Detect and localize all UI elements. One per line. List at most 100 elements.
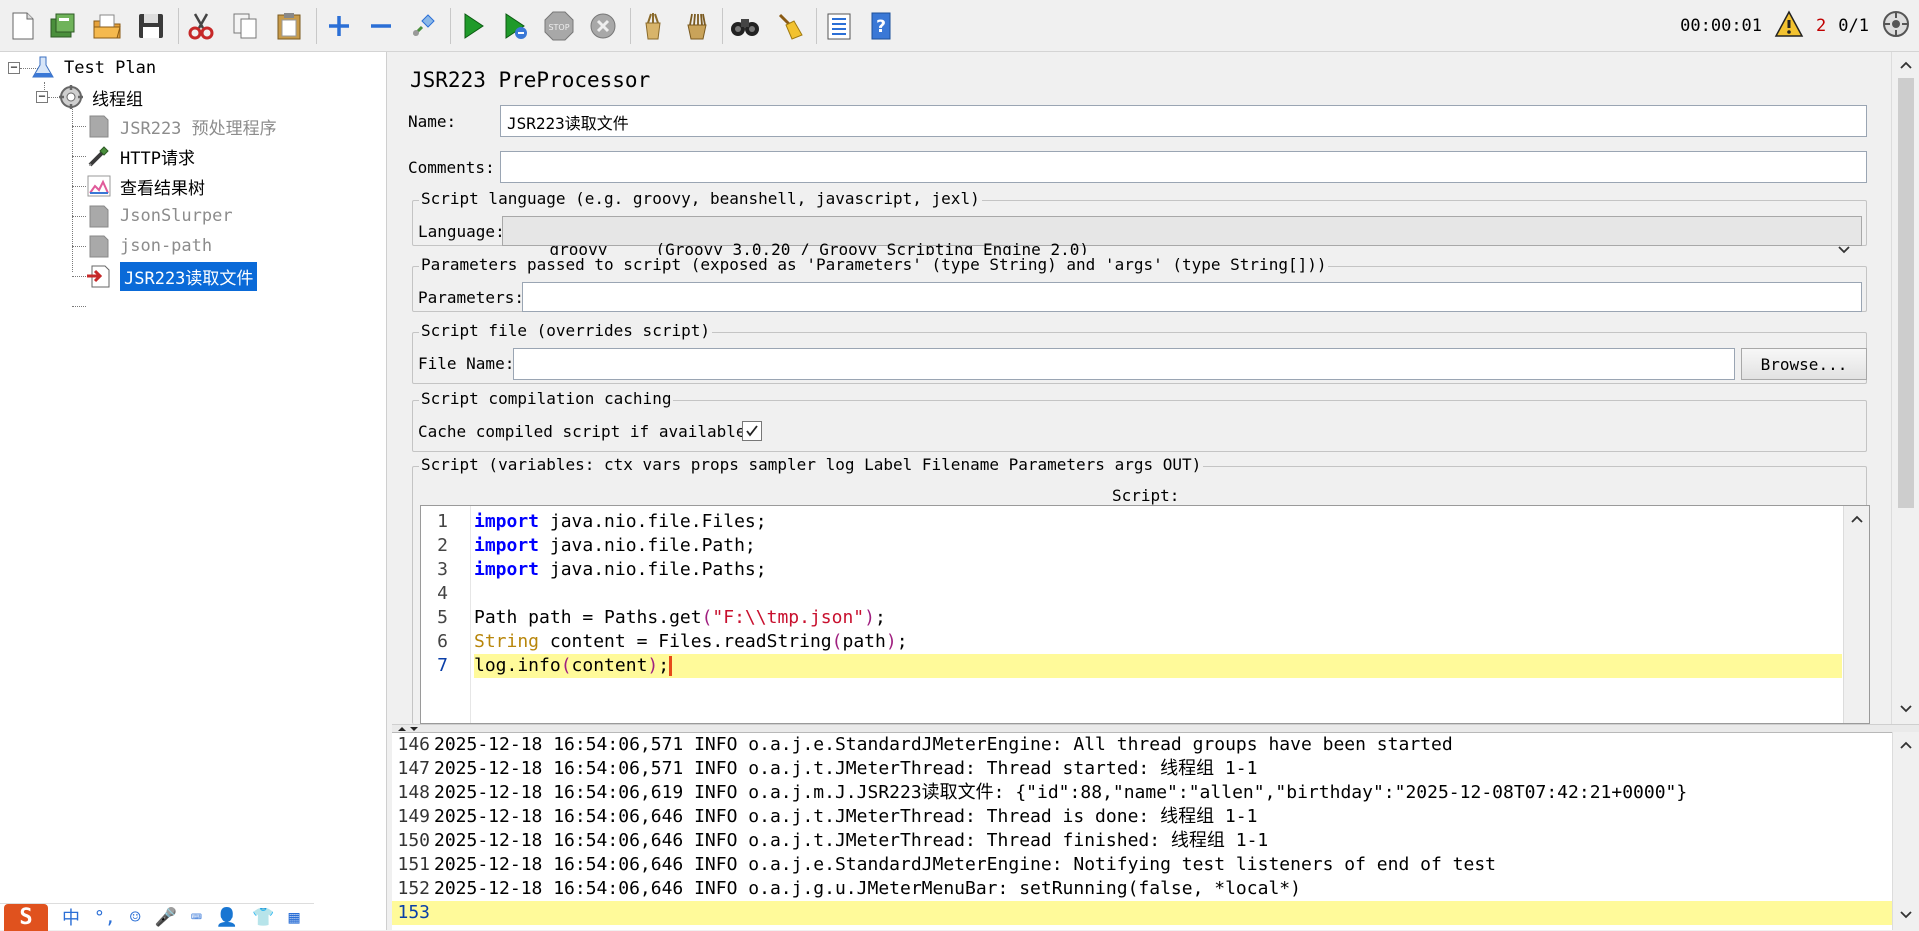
ime-emoji-icon[interactable]: ☺: [130, 907, 141, 928]
tree-item-thread-group[interactable]: 线程组: [58, 83, 143, 111]
log-line: 150 2025-12-18 16:54:06,646 INFO o.a.j.t.…: [397, 830, 1269, 851]
code-line-current: log.info(content);: [474, 654, 1842, 678]
tree-item-label: HTTP请求: [120, 148, 195, 169]
thread-count: 0/1: [1838, 16, 1869, 36]
ime-punctuation-icon[interactable]: °,: [94, 907, 116, 928]
tree-item-label: JsonSlurper: [120, 206, 233, 226]
scroll-up-icon[interactable]: [1899, 60, 1913, 70]
ime-toolbar: S 中 °, ☺ 🎤 ⌨ 👤 👕 ▦: [0, 903, 314, 931]
tree-item-view-results-tree[interactable]: 查看结果树: [86, 172, 205, 200]
parameters-label: Parameters:: [418, 288, 524, 307]
warning-count[interactable]: 2: [1816, 16, 1826, 36]
tree-item-jsr223-preprocessor[interactable]: JSR223 预处理程序: [86, 112, 277, 140]
tree-item-test-plan[interactable]: Test Plan: [30, 54, 156, 82]
paste-icon[interactable]: [272, 9, 306, 43]
tree-item-http-request[interactable]: HTTP请求: [86, 142, 195, 170]
clear-icon[interactable]: [636, 9, 670, 43]
comments-field[interactable]: [500, 151, 1867, 183]
preprocessor-icon: [86, 233, 112, 259]
script-language-title: Script language (e.g. groovy, beanshell,…: [419, 189, 982, 208]
elapsed-time: 00:00:01: [1680, 16, 1763, 36]
ime-user-icon[interactable]: 👤: [216, 907, 238, 928]
panel-scroll-thumb[interactable]: [1898, 78, 1914, 508]
log-line: 151 2025-12-18 16:54:06,646 INFO o.a.j.e.…: [397, 854, 1497, 875]
log-line-current: 153: [392, 901, 1892, 925]
log-viewer[interactable]: 146 2025-12-18 16:54:06,571 INFO o.a.j.e.…: [392, 732, 1892, 930]
code-line: import java.nio.file.Files;: [474, 511, 767, 532]
ime-chinese-mode-icon[interactable]: 中: [62, 904, 80, 930]
start-icon[interactable]: [456, 9, 490, 43]
comments-label: Comments:: [408, 158, 495, 177]
new-icon[interactable]: [6, 9, 40, 43]
collapse-all-icon[interactable]: [364, 9, 398, 43]
open-icon[interactable]: [90, 9, 124, 43]
script-title: Script (variables: ctx vars props sample…: [419, 455, 1204, 474]
help-icon[interactable]: ?: [864, 9, 898, 43]
line-number: 3: [437, 559, 448, 580]
parameters-field[interactable]: [522, 282, 1862, 312]
test-plan-tree: − − Test Plan 线程组 JSR223 预处理程序 HTTP请求 查看…: [0, 52, 387, 931]
tree-item-jsonslurper[interactable]: JsonSlurper: [86, 202, 233, 230]
name-field[interactable]: JSR223读取文件: [500, 105, 1867, 137]
language-label: Language:: [418, 222, 505, 241]
cache-checkbox[interactable]: [742, 421, 762, 441]
browse-button[interactable]: Browse...: [1741, 348, 1867, 380]
clear-all-icon[interactable]: [680, 9, 714, 43]
warning-icon[interactable]: [1774, 9, 1804, 43]
page-title: JSR223 PreProcessor: [410, 68, 651, 92]
log-line: 149 2025-12-18 16:54:06,646 INFO o.a.j.t.…: [397, 806, 1258, 827]
collapse-thread-group-toggle[interactable]: −: [36, 90, 48, 103]
line-number: 6: [437, 631, 448, 652]
tree-item-label: 线程组: [92, 89, 143, 110]
tree-item-json-path[interactable]: json-path: [86, 232, 212, 260]
stop-icon[interactable]: STOP: [542, 9, 576, 43]
editor-scrollbar[interactable]: [1843, 506, 1869, 723]
thread-group-icon: [58, 84, 84, 110]
reset-search-icon[interactable]: [772, 9, 806, 43]
ime-logo-icon[interactable]: S: [4, 903, 48, 931]
caching-title: Script compilation caching: [419, 389, 674, 408]
log-line: 146 2025-12-18 16:54:06,571 INFO o.a.j.e.…: [397, 734, 1453, 755]
scroll-down-icon[interactable]: [1899, 704, 1913, 714]
line-number: 5: [437, 607, 448, 628]
split-pane-divider[interactable]: [392, 724, 1919, 732]
expand-all-icon[interactable]: [322, 9, 356, 43]
line-number: 7: [437, 655, 448, 676]
log-scrollbar[interactable]: [1892, 732, 1919, 930]
tree-item-label: JSR223 预处理程序: [120, 118, 277, 139]
code-line: Path path = Paths.get("F:\\tmp.json");: [474, 607, 886, 628]
ime-voice-icon[interactable]: 🎤: [155, 907, 177, 928]
search-icon[interactable]: [728, 9, 762, 43]
script-editor[interactable]: 1 2 3 4 5 6 7 import java.nio.file.Files…: [420, 505, 1870, 724]
svg-text:?: ?: [876, 17, 886, 37]
tree-item-label: JSR223读取文件: [120, 261, 258, 291]
scroll-up-icon[interactable]: [1850, 514, 1864, 524]
line-number: 4: [437, 583, 448, 604]
copy-icon[interactable]: [228, 9, 262, 43]
ime-skin-icon[interactable]: 👕: [252, 907, 274, 928]
start-no-pauses-icon[interactable]: [498, 9, 532, 43]
file-name-field[interactable]: [513, 348, 1735, 380]
ime-keyboard-icon[interactable]: ⌨: [191, 907, 202, 928]
code-line: import java.nio.file.Path;: [474, 535, 756, 556]
templates-icon[interactable]: [46, 9, 80, 43]
toggle-icon[interactable]: [406, 9, 440, 43]
cut-icon[interactable]: [184, 9, 218, 43]
panel-scrollbar[interactable]: [1891, 52, 1919, 724]
collapse-test-plan-toggle[interactable]: −: [8, 61, 20, 74]
preprocessor-active-icon: [86, 263, 112, 289]
log-line: 152 2025-12-18 16:54:06,646 INFO o.a.j.g.…: [397, 878, 1301, 899]
name-label: Name:: [408, 112, 457, 131]
save-icon[interactable]: [134, 9, 168, 43]
scroll-down-icon[interactable]: [1899, 910, 1913, 920]
results-tree-icon: [86, 173, 112, 199]
toolbar: STOP ? 00:00:01 2 0/1: [0, 0, 1919, 52]
scroll-up-icon[interactable]: [1899, 740, 1913, 750]
ime-toolbox-icon[interactable]: ▦: [289, 907, 300, 928]
function-helper-icon[interactable]: [822, 9, 856, 43]
shutdown-icon[interactable]: [586, 9, 620, 43]
tree-item-jsr223-read-file[interactable]: JSR223读取文件: [86, 261, 258, 291]
cache-label: Cache compiled script if available:: [418, 422, 756, 441]
language-select[interactable]: groovy (Groovy 3.0.20 / Groovy Scripting…: [502, 216, 1862, 259]
script-caption: Script:: [1112, 486, 1180, 505]
